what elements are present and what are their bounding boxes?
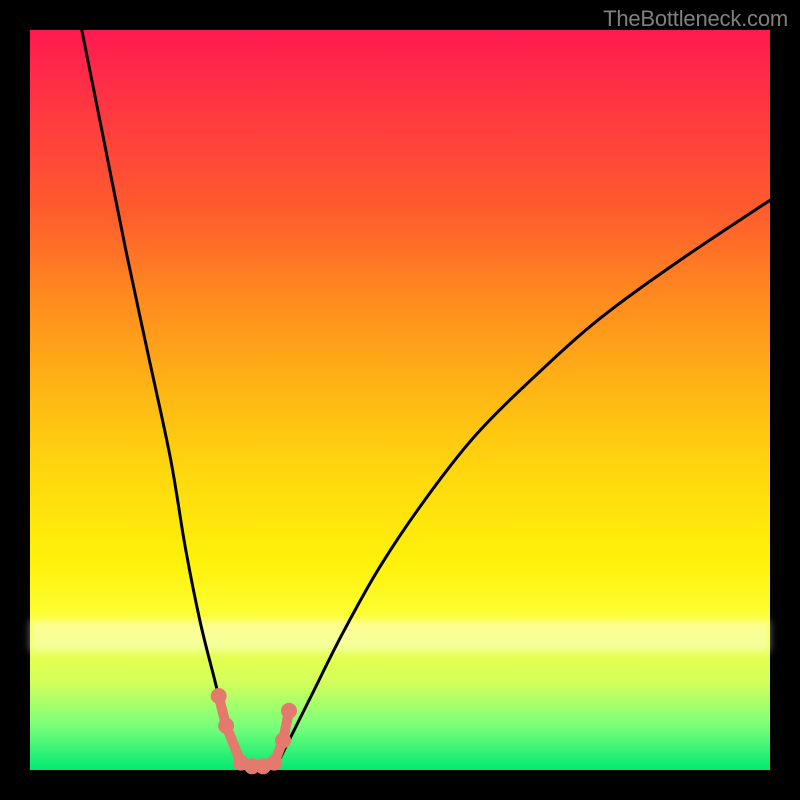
bottleneck-curve-right (274, 200, 770, 770)
chart-frame: TheBottleneck.com (0, 0, 800, 800)
marker-dot (211, 688, 227, 704)
marker-dot (266, 755, 282, 771)
plot-area (30, 30, 770, 770)
marker-dot (281, 703, 297, 719)
bottleneck-curve-left (82, 30, 249, 770)
watermark-text: TheBottleneck.com (603, 6, 788, 32)
chart-svg (30, 30, 770, 770)
marker-dot (218, 718, 234, 734)
marker-dot (275, 732, 291, 748)
